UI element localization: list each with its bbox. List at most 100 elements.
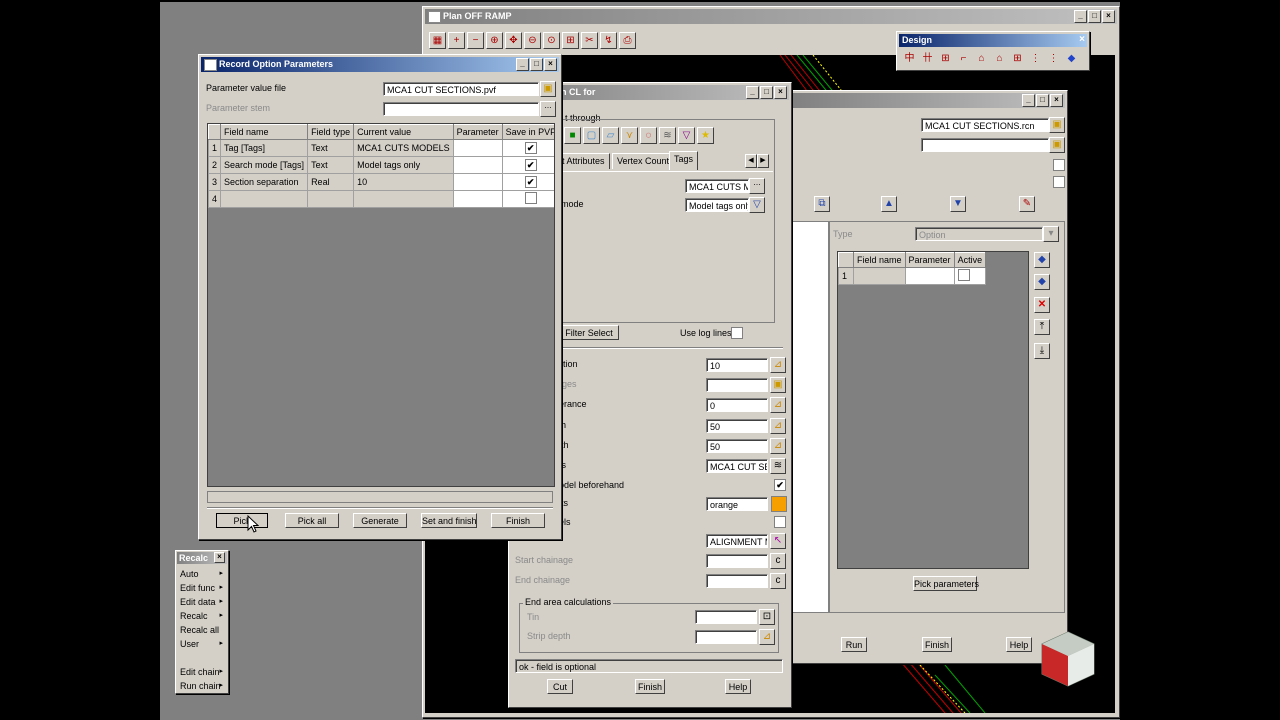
design-tool-6-icon[interactable]: ⌂ bbox=[991, 51, 1008, 67]
design-tool-1-icon[interactable]: 中 bbox=[901, 51, 918, 67]
minimize-button[interactable]: _ bbox=[1022, 94, 1035, 107]
folder-icon[interactable]: ▣ bbox=[1049, 137, 1065, 153]
tin-field[interactable] bbox=[695, 610, 757, 624]
save-in-pvf-checkbox[interactable]: ✔ bbox=[524, 176, 537, 188]
design-tool-2-icon[interactable]: 卄 bbox=[919, 51, 936, 67]
design-close-icon[interactable]: × bbox=[1079, 34, 1085, 46]
recalc-menu-item[interactable]: Auto ▸ bbox=[177, 567, 227, 581]
field-type-cell[interactable]: Text bbox=[307, 156, 355, 174]
maximize-button[interactable]: □ bbox=[760, 86, 773, 99]
delete-icon[interactable]: ✕ bbox=[1034, 297, 1050, 313]
minimize-button[interactable]: _ bbox=[516, 58, 529, 71]
grid-cell[interactable] bbox=[904, 267, 955, 285]
save-in-pvf-checkbox[interactable] bbox=[524, 192, 537, 204]
option-checkbox-2[interactable] bbox=[1053, 176, 1065, 188]
close-button[interactable]: × bbox=[214, 552, 225, 563]
table-row[interactable]: 3 Section separation Real 10 ✔ bbox=[208, 173, 554, 191]
horizontal-scrollbar[interactable] bbox=[207, 491, 553, 503]
recalc-menu-item[interactable]: Edit chain ▸ bbox=[177, 665, 227, 679]
save-in-pvf-cell[interactable] bbox=[501, 190, 554, 208]
current-value-cell[interactable]: MCA1 CUTS MODELS bbox=[353, 139, 454, 157]
maximize-button[interactable]: □ bbox=[1036, 94, 1049, 107]
parameter-cell[interactable] bbox=[452, 139, 503, 157]
extents-icon[interactable]: ▦ bbox=[429, 32, 446, 49]
minimize-button[interactable]: _ bbox=[746, 86, 759, 99]
save-in-pvf-checkbox[interactable]: ✔ bbox=[524, 142, 537, 154]
separation-calc-icon[interactable]: ⊿ bbox=[770, 357, 786, 373]
colour-field[interactable]: orange bbox=[706, 497, 768, 511]
active-checkbox[interactable] bbox=[957, 269, 970, 281]
parameter-cell[interactable] bbox=[452, 173, 503, 191]
tolerance-field[interactable]: 0 bbox=[706, 398, 768, 412]
save-in-pvf-cell[interactable]: ✔ bbox=[501, 139, 554, 157]
stem-picker-icon[interactable]: ⋯ bbox=[540, 101, 556, 117]
strip-depth-calc-icon[interactable]: ⊿ bbox=[759, 629, 775, 645]
minimize-button[interactable]: _ bbox=[1074, 10, 1087, 23]
save-in-pvf-checkbox[interactable]: ✔ bbox=[524, 159, 537, 171]
help-button[interactable]: Help bbox=[1006, 637, 1032, 652]
pick-all-button[interactable]: Pick all bbox=[285, 513, 339, 528]
length-field[interactable]: 50 bbox=[706, 419, 768, 433]
design-tool-7-icon[interactable]: ⊞ bbox=[1009, 51, 1026, 67]
field-type-cell[interactable] bbox=[307, 190, 355, 208]
field-name-cell[interactable]: Tag [Tags] bbox=[220, 139, 309, 157]
tab-vertex-count[interactable]: Vertex Count bbox=[612, 153, 675, 169]
use-log-lines-checkbox[interactable] bbox=[731, 327, 743, 339]
width-calc-icon[interactable]: ⊿ bbox=[770, 438, 786, 454]
recalc-menu-item[interactable]: Recalc all bbox=[177, 623, 227, 637]
parameter-stem-field[interactable] bbox=[383, 102, 539, 116]
recalc-menu-item[interactable]: Edit data ▸ bbox=[177, 595, 227, 609]
field-name-cell[interactable]: Section separation bbox=[220, 173, 309, 191]
parameter-value-file-field[interactable]: MCA1 CUT SECTIONS.pvf bbox=[383, 82, 539, 96]
option-parameter-grid[interactable]: Field name Parameter Active 1 bbox=[837, 251, 1029, 569]
design-tool-9-icon[interactable]: ⋮ bbox=[1045, 51, 1062, 67]
width-field[interactable]: 50 bbox=[706, 439, 768, 453]
tab-scroll-right-icon[interactable]: ▶ bbox=[757, 154, 769, 168]
filter-polygon-icon[interactable]: ◌ bbox=[640, 127, 657, 144]
current-value-cell[interactable] bbox=[353, 190, 454, 208]
chain-secondary-field[interactable] bbox=[921, 138, 1049, 152]
zoom-window-icon[interactable]: ⊕ bbox=[486, 32, 503, 49]
field-type-cell[interactable]: Text bbox=[307, 139, 355, 157]
close-button[interactable]: × bbox=[774, 86, 787, 99]
pick-icon[interactable]: ↯ bbox=[600, 32, 617, 49]
parameter-cell[interactable] bbox=[452, 156, 503, 174]
folder-icon[interactable]: ▣ bbox=[1049, 117, 1065, 133]
alignment-pick-icon[interactable]: ↖ bbox=[770, 533, 786, 549]
filter-layers-icon[interactable]: ≋ bbox=[659, 127, 676, 144]
cut-button[interactable]: Cut bbox=[547, 679, 573, 694]
end-chainage-pick-icon[interactable]: c bbox=[770, 573, 786, 589]
edit-icon[interactable]: ✎ bbox=[1019, 196, 1035, 212]
tools-icon[interactable]: ✂ bbox=[581, 32, 598, 49]
finish-button[interactable]: Finish bbox=[922, 637, 952, 652]
zoom-center-icon[interactable]: ⊙ bbox=[543, 32, 560, 49]
tag-field[interactable]: MCA1 CUTS MO bbox=[685, 179, 749, 193]
maximize-button[interactable]: □ bbox=[1088, 10, 1101, 23]
tag-picker-icon[interactable]: ⋯ bbox=[749, 178, 765, 194]
filter-face-icon[interactable]: ▱ bbox=[602, 127, 619, 144]
close-button[interactable]: × bbox=[1050, 94, 1063, 107]
option-checkbox-1[interactable] bbox=[1053, 159, 1065, 171]
close-button[interactable]: × bbox=[1102, 10, 1115, 23]
pan-icon[interactable]: ✥ bbox=[505, 32, 522, 49]
print-icon[interactable]: ⎙ bbox=[619, 32, 636, 49]
help-button[interactable]: Help bbox=[725, 679, 751, 694]
parameter-grid[interactable]: Field name Field type Current value Para… bbox=[207, 123, 555, 487]
model-beforehand-checkbox[interactable]: ✔ bbox=[774, 479, 786, 491]
finish-button[interactable]: Finish bbox=[491, 513, 545, 528]
copy-icon[interactable]: ⧉ bbox=[814, 196, 830, 212]
images-field[interactable] bbox=[706, 378, 768, 392]
colour-swatch[interactable] bbox=[771, 496, 787, 512]
recalc-menu-item[interactable]: Recalc ▸ bbox=[177, 609, 227, 623]
maximize-button[interactable]: □ bbox=[530, 58, 543, 71]
zoom-previous-icon[interactable]: ⊖ bbox=[524, 32, 541, 49]
insert-up-icon[interactable]: ◆ bbox=[1034, 252, 1050, 268]
close-button[interactable]: × bbox=[544, 58, 557, 71]
folder-icon[interactable]: ▣ bbox=[540, 81, 556, 97]
tab-tags[interactable]: Tags bbox=[669, 151, 699, 170]
start-chainage-field[interactable] bbox=[706, 554, 768, 568]
pick-button[interactable]: Pick bbox=[216, 513, 268, 528]
recalc-menu-item[interactable]: Run chain ▸ bbox=[177, 679, 227, 693]
set-and-finish-button[interactable]: Set and finish bbox=[421, 513, 477, 528]
filter-funnel-icon[interactable]: ▽ bbox=[678, 127, 695, 144]
